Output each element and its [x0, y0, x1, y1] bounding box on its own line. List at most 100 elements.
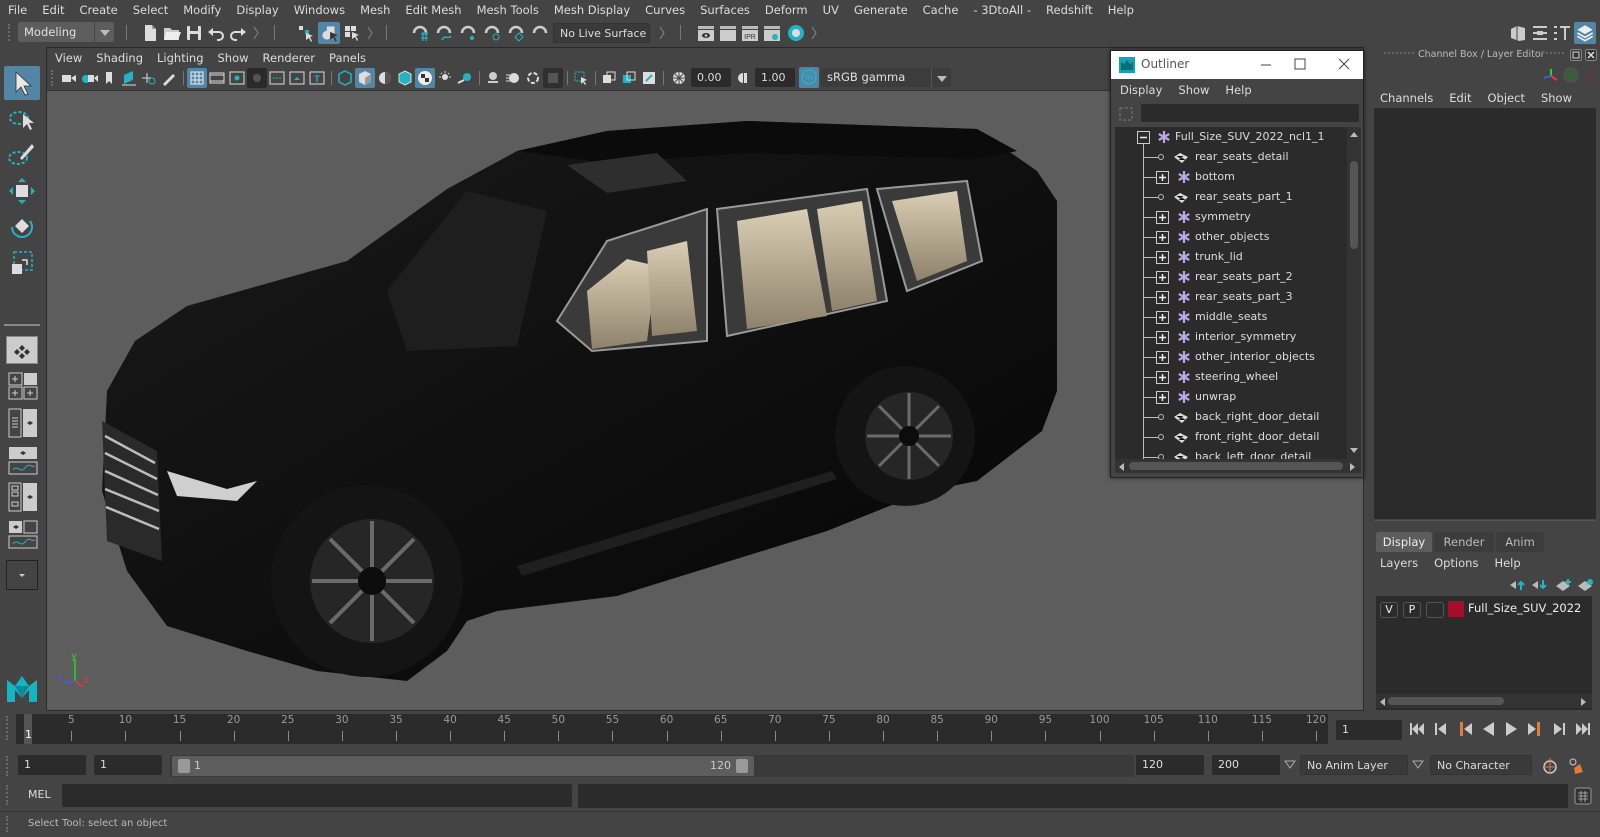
- render-current-frame-icon[interactable]: [718, 23, 738, 43]
- snap-to-grid-icon[interactable]: [410, 23, 430, 43]
- tab-anim[interactable]: Anim: [1496, 532, 1544, 552]
- menu-uv[interactable]: UV: [823, 3, 839, 17]
- viewport-menu-show[interactable]: Show: [218, 51, 249, 65]
- outliner-menu-display[interactable]: Display: [1120, 83, 1162, 97]
- make-live-icon[interactable]: [530, 23, 550, 43]
- anti-aliasing-icon[interactable]: [523, 68, 543, 88]
- image-plane-icon[interactable]: [119, 68, 139, 88]
- bookmark-icon[interactable]: [99, 68, 119, 88]
- animation-start-field[interactable]: 1: [18, 755, 86, 775]
- outliner-item[interactable]: symmetry: [1115, 207, 1347, 227]
- expand-icon[interactable]: [1156, 331, 1169, 344]
- color-management-toggle[interactable]: ON: [799, 67, 819, 88]
- outliner-menu-show[interactable]: Show: [1178, 83, 1209, 97]
- wireframe-on-shaded-icon[interactable]: [395, 68, 415, 88]
- persp-graph-layout-icon[interactable]: [8, 446, 38, 476]
- resolution-gate-icon[interactable]: [227, 68, 247, 88]
- scroll-thumb[interactable]: [1388, 697, 1504, 705]
- layer-visibility-toggle[interactable]: V: [1380, 602, 1398, 618]
- viewport-menu-view[interactable]: View: [55, 51, 82, 65]
- range-slider-bar-fill[interactable]: 1 120: [172, 756, 754, 776]
- save-scene-icon[interactable]: [184, 23, 204, 43]
- use-all-lights-icon[interactable]: [435, 68, 455, 88]
- current-frame-field[interactable]: 1: [1336, 720, 1402, 740]
- expand-icon[interactable]: [1156, 171, 1169, 184]
- range-end-handle[interactable]: [736, 759, 748, 773]
- menu-redshift[interactable]: Redshift: [1046, 3, 1093, 17]
- default-material-icon[interactable]: [375, 68, 395, 88]
- x-ray-joints-icon[interactable]: [639, 68, 659, 88]
- outliner-item[interactable]: back_right_door_detail: [1115, 407, 1347, 427]
- motion-blur-icon[interactable]: [503, 68, 523, 88]
- custom-layout-button[interactable]: [6, 560, 38, 590]
- character-set-dropdown[interactable]: No Character Set: [1430, 755, 1532, 792]
- menu-mesh-tools[interactable]: Mesh Tools: [477, 3, 539, 17]
- tab-display[interactable]: Display: [1376, 532, 1432, 552]
- collapse-arrow-icon[interactable]: [810, 23, 818, 43]
- auto-key-icon[interactable]: [1540, 756, 1560, 776]
- layer-menu-layers[interactable]: Layers: [1380, 556, 1418, 570]
- shadows-icon[interactable]: [455, 68, 475, 88]
- menu-curves[interactable]: Curves: [645, 3, 685, 17]
- scroll-down-icon[interactable]: [1349, 447, 1359, 455]
- wireframe-icon[interactable]: [335, 68, 355, 88]
- chevron-down-icon[interactable]: [1412, 760, 1424, 770]
- scroll-up-icon[interactable]: [1349, 130, 1359, 138]
- drag-handle[interactable]: [51, 70, 55, 86]
- manipulator-icon[interactable]: [1542, 66, 1560, 84]
- channel-menu-channels[interactable]: Channels: [1380, 91, 1433, 105]
- outliner-item[interactable]: rear_seats_detail: [1115, 147, 1347, 167]
- hyperbolic-icon[interactable]: [1582, 66, 1596, 84]
- textured-button[interactable]: [415, 68, 435, 88]
- viewport-menu-panels[interactable]: Panels: [329, 51, 366, 65]
- render-view-icon[interactable]: [696, 23, 716, 43]
- outliner-item[interactable]: trunk_lid: [1115, 247, 1347, 267]
- snap-to-curve-icon[interactable]: [434, 23, 454, 43]
- step-back-key-icon[interactable]: [1456, 720, 1474, 738]
- snap-to-view-plane-icon[interactable]: [506, 23, 526, 43]
- float-panel-icon[interactable]: [1570, 49, 1582, 61]
- persp-graph-hypershade-layout-icon[interactable]: [8, 520, 38, 550]
- play-forwards-icon[interactable]: [1502, 720, 1520, 738]
- gamma-icon[interactable]: [733, 68, 753, 88]
- tool-settings-icon[interactable]: [1552, 23, 1572, 43]
- play-backwards-icon[interactable]: [1480, 720, 1498, 738]
- animation-end-field[interactable]: 200: [1212, 755, 1280, 775]
- outliner-item[interactable]: steering_wheel: [1115, 367, 1347, 387]
- expand-icon[interactable]: [1156, 231, 1169, 244]
- field-chart-icon[interactable]: [267, 68, 287, 88]
- move-tool-button[interactable]: [4, 174, 40, 208]
- outliner-root-item[interactable]: Full_Size_SUV_2022_ncl1_1: [1115, 127, 1347, 147]
- collapse-arrow-icon[interactable]: [252, 23, 260, 43]
- move-layer-down-icon[interactable]: [1530, 578, 1548, 592]
- scroll-left-icon[interactable]: [1378, 697, 1386, 707]
- select-by-hierarchy-icon[interactable]: [296, 23, 316, 43]
- menu-modify[interactable]: Modify: [183, 3, 221, 17]
- collapse-arrow-icon[interactable]: [658, 23, 666, 43]
- outliner-item[interactable]: rear_seats_part_1: [1115, 187, 1347, 207]
- anim-layer-dropdown[interactable]: No Anim Layer: [1300, 755, 1408, 775]
- camera-attributes-icon[interactable]: [79, 68, 99, 88]
- menu-generate[interactable]: Generate: [854, 3, 908, 17]
- script-language-toggle[interactable]: MEL: [28, 788, 51, 801]
- single-perspective-layout-button[interactable]: [6, 336, 38, 364]
- time-ruler[interactable]: 1 5 10 15 20 25 30 35 40 45 50 55 60 65 70 75 80 85 90 95 1…: [16, 714, 1328, 744]
- viewport-menu-renderer[interactable]: Renderer: [263, 51, 316, 65]
- collapse-arrow-icon[interactable]: [366, 23, 374, 43]
- scroll-thumb[interactable]: [1350, 161, 1358, 249]
- go-to-end-icon[interactable]: [1574, 720, 1592, 738]
- paint-select-tool-button[interactable]: [4, 138, 40, 172]
- chevron-down-icon[interactable]: [1284, 760, 1296, 770]
- drag-handle[interactable]: [6, 756, 10, 776]
- select-by-object-button[interactable]: [318, 22, 340, 44]
- channel-menu-edit[interactable]: Edit: [1449, 91, 1471, 105]
- gamma-field[interactable]: 1.00: [755, 68, 795, 87]
- menu-file[interactable]: File: [8, 3, 27, 17]
- drag-handle[interactable]: [6, 716, 10, 740]
- expand-icon[interactable]: [1156, 271, 1169, 284]
- layer-color-swatch[interactable]: [1448, 601, 1464, 617]
- hypershade-layout-icon[interactable]: [8, 482, 38, 512]
- move-layer-up-icon[interactable]: [1508, 578, 1526, 592]
- outliner-item[interactable]: interior_symmetry: [1115, 327, 1347, 347]
- menu-windows[interactable]: Windows: [294, 3, 345, 17]
